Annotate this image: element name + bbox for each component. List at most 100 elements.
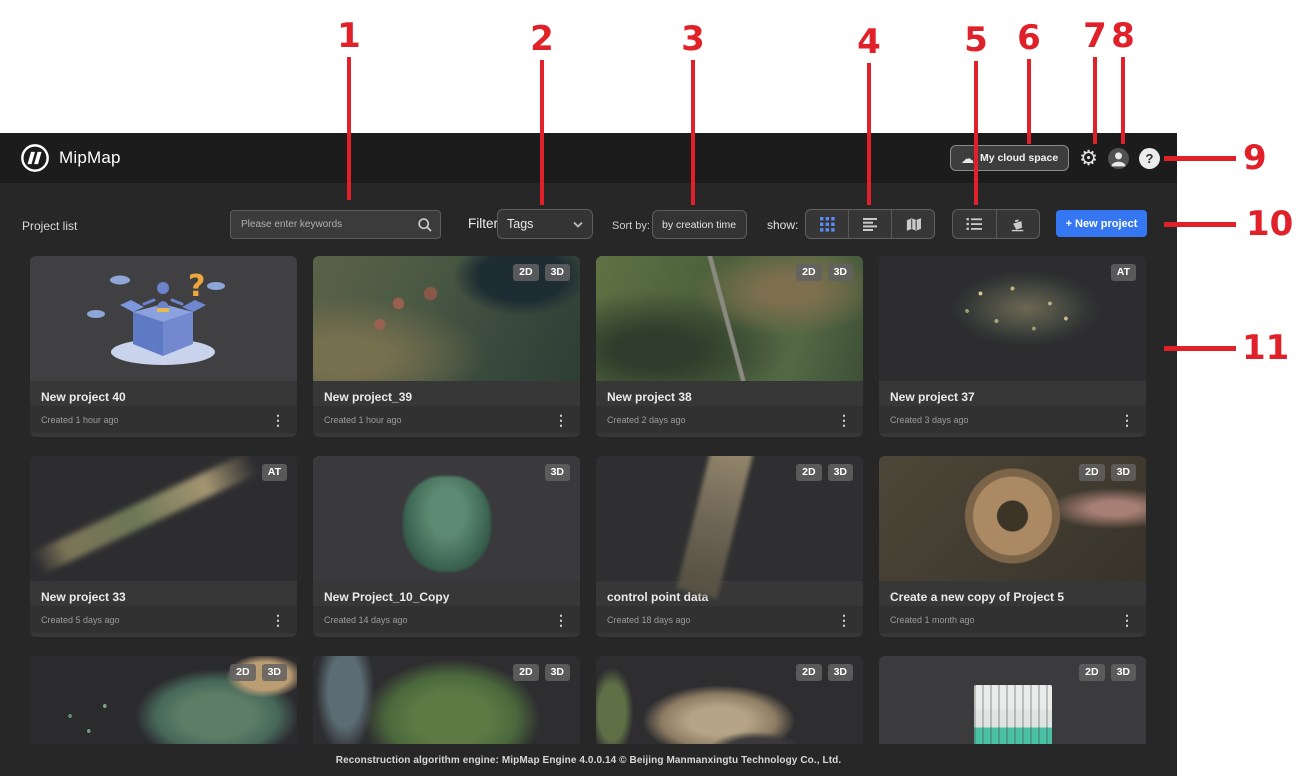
annotation-number-10: 10 xyxy=(1246,207,1293,241)
annotation-number-9: 9 xyxy=(1243,141,1267,175)
user-icon[interactable] xyxy=(1108,148,1129,169)
badge-group: 2D 3D xyxy=(1079,464,1136,481)
map-view-button[interactable] xyxy=(892,210,934,238)
kebab-menu-icon[interactable]: ⋮ xyxy=(1120,413,1134,427)
badge-at: AT xyxy=(1111,264,1136,281)
annotation-number-1: 1 xyxy=(337,19,361,53)
kebab-menu-icon[interactable]: ⋮ xyxy=(554,613,568,627)
list-view-icon xyxy=(862,217,878,231)
annotation-number-5: 5 xyxy=(964,23,988,57)
project-title: New project_39 xyxy=(313,381,580,406)
app-header: MipMap ☁ My cloud space ⚙ ? xyxy=(0,133,1177,183)
annotation-number-8: 8 xyxy=(1111,19,1135,53)
kebab-menu-icon[interactable]: ⋮ xyxy=(271,613,285,627)
annotation-line-8 xyxy=(1121,57,1125,144)
sparse-point-cloud-thumbnail: AT xyxy=(879,256,1146,381)
kebab-menu-icon[interactable]: ⋮ xyxy=(837,613,851,627)
project-created: Created 3 days ago xyxy=(890,415,969,425)
show-label: show: xyxy=(767,218,798,232)
project-title: New project 40 xyxy=(30,381,297,406)
project-meta-row: Created 5 days ago ⋮ xyxy=(30,606,297,633)
badge-3d: 3D xyxy=(1111,464,1136,481)
search-box xyxy=(230,210,441,239)
kebab-menu-icon[interactable]: ⋮ xyxy=(1120,613,1134,627)
project-card[interactable]: 3D New Project_10_CopyCreated 14 days ago… xyxy=(313,456,580,637)
project-meta-row: Created 2 days ago ⋮ xyxy=(596,406,863,433)
badge-group: AT xyxy=(1111,264,1136,281)
project-meta-row: Created 1 hour ago ⋮ xyxy=(313,406,580,433)
badge-3d: 3D xyxy=(828,264,853,281)
project-card[interactable]: 2D3D New project_39 Created 1 hour ago ⋮ xyxy=(313,256,580,437)
app-title: MipMap xyxy=(59,148,121,168)
project-created: Created 5 days ago xyxy=(41,615,120,625)
page-title: Project list xyxy=(22,219,77,233)
badge-2d: 2D xyxy=(513,664,538,681)
project-title: New project 33 xyxy=(30,581,297,606)
badge-2d: 2D xyxy=(796,464,821,481)
empty-project-illustration-thumbnail: ? xyxy=(30,256,297,381)
svg-text:?: ? xyxy=(188,269,205,304)
project-info: New Project_10_CopyCreated 14 days ago⋮ xyxy=(313,581,580,637)
badge-group: 2D3D xyxy=(513,264,570,281)
project-info: control point dataCreated 18 days ago⋮ xyxy=(596,581,863,637)
badge-group: AT xyxy=(262,464,287,481)
annotation-number-7: 7 xyxy=(1083,19,1107,53)
project-title: control point data xyxy=(596,581,863,606)
project-info: New project 37Created 3 days ago⋮ xyxy=(879,381,1146,437)
badge-3d: 3D xyxy=(828,464,853,481)
kebab-menu-icon[interactable]: ⋮ xyxy=(271,413,285,427)
aerial-green-town-thumbnail: 2D 3D xyxy=(596,256,863,381)
grid-view-button[interactable] xyxy=(806,210,849,238)
project-created: Created 1 hour ago xyxy=(324,415,402,425)
secondary-tools-group xyxy=(952,209,1040,239)
badge-3d: 3D xyxy=(545,264,570,281)
annotation-line-7 xyxy=(1093,57,1097,144)
filter-value: Tags xyxy=(507,217,533,231)
help-icon[interactable]: ? xyxy=(1139,148,1160,169)
badge-2d: 2D xyxy=(230,664,255,681)
kebab-menu-icon[interactable]: ⋮ xyxy=(554,413,568,427)
annotation-number-4: 4 xyxy=(857,25,881,59)
chevron-down-icon xyxy=(573,221,583,228)
my-cloud-space-button[interactable]: ☁ My cloud space xyxy=(950,145,1069,171)
task-list-icon xyxy=(966,217,982,231)
badge-group: 3D xyxy=(545,464,570,481)
annotation-line-6 xyxy=(1027,59,1031,144)
task-list-button[interactable] xyxy=(953,210,997,238)
project-card[interactable]: ? New project 40Created 1 hour ago⋮ xyxy=(30,256,297,437)
map-view-icon xyxy=(905,217,922,232)
gear-icon[interactable]: ⚙ xyxy=(1079,148,1098,169)
annotation-number-11: 11 xyxy=(1242,331,1289,365)
view-toggle-group xyxy=(805,209,935,239)
search-input[interactable] xyxy=(231,211,440,238)
project-card[interactable]: ATNew project 37Created 3 days ago⋮ xyxy=(879,256,1146,437)
badge-group: 2D3D xyxy=(1079,664,1136,681)
point-cloud-strip-thumbnail: AT xyxy=(30,456,297,581)
badge-3d: 3D xyxy=(1111,664,1136,681)
project-meta-row: Created 3 days ago ⋮ xyxy=(879,406,1146,433)
project-title: New project 38 xyxy=(596,381,863,406)
sort-by-dropdown[interactable]: by creation time xyxy=(652,210,747,239)
filter-tags-dropdown[interactable]: Tags xyxy=(497,209,593,239)
badge-group: 2D 3D xyxy=(796,264,853,281)
project-card[interactable]: 2D 3D control point dataCreated 18 days ag… xyxy=(596,456,863,637)
project-meta-row: Created 14 days ago⋮ xyxy=(313,606,580,633)
aerial-road-strip-thumbnail: 2D 3D xyxy=(596,456,863,581)
badge-group: 2D3D xyxy=(513,664,570,681)
badge-3d: 3D xyxy=(545,464,570,481)
badge-at: AT xyxy=(262,464,287,481)
project-created: Created 2 days ago xyxy=(607,415,686,425)
search-icon[interactable] xyxy=(417,217,433,233)
project-info: Create a new copy of Project 5Created 1 … xyxy=(879,581,1146,637)
recycle-bin-button[interactable] xyxy=(997,210,1040,238)
project-card[interactable]: 2D 3D Create a new copy of Project 5Create… xyxy=(879,456,1146,637)
project-card[interactable]: AT New project 33 Created 5 days ago ⋮ xyxy=(30,456,297,637)
badge-2d: 2D xyxy=(1079,464,1104,481)
new-project-button[interactable]: + New project xyxy=(1056,210,1147,237)
list-view-button[interactable] xyxy=(849,210,892,238)
annotation-number-3: 3 xyxy=(681,22,705,56)
project-card[interactable]: 2D 3D New project 38 Created 2 days ago ⋮ xyxy=(596,256,863,437)
project-title: New Project_10_Copy xyxy=(313,581,580,606)
kebab-menu-icon[interactable]: ⋮ xyxy=(837,413,851,427)
badge-2d: 2D xyxy=(796,264,821,281)
